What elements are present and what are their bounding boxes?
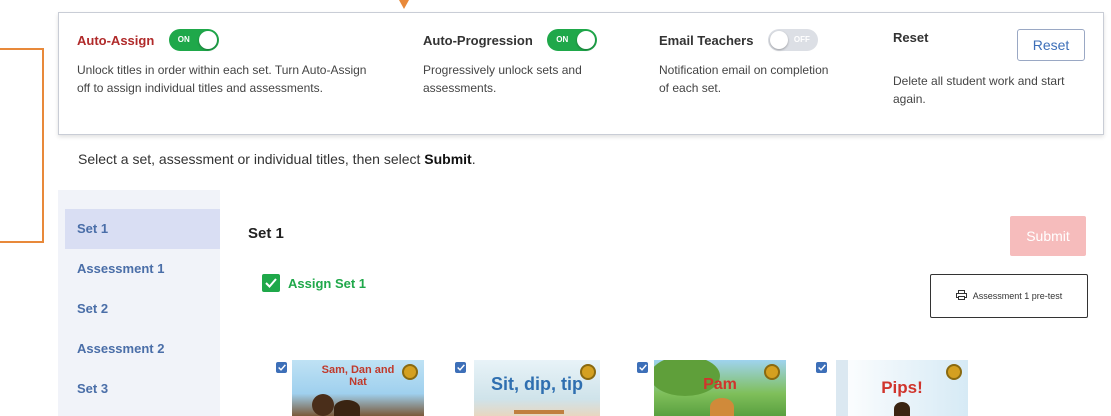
toggle-state-label: ON bbox=[556, 35, 569, 44]
printer-icon bbox=[955, 290, 967, 302]
instruction-before: Select a set, assessment or individual t… bbox=[78, 151, 425, 167]
dog-illustration bbox=[710, 398, 734, 416]
auto-assign-toggle[interactable]: ON bbox=[168, 29, 219, 51]
auto-assign-description: Unlock titles in order within each set. … bbox=[77, 63, 367, 95]
assign-set-label: Assign Set 1 bbox=[288, 275, 367, 291]
sidebar-item-set-1[interactable]: Set 1 bbox=[65, 209, 220, 249]
callout-box bbox=[0, 48, 44, 243]
email-teachers-description: Notification email on completion of each… bbox=[659, 63, 829, 95]
level-badge-icon bbox=[580, 364, 596, 380]
book-checkbox[interactable] bbox=[455, 362, 466, 373]
callout-arrow bbox=[399, 0, 409, 9]
book-cover[interactable]: Pips! bbox=[836, 360, 968, 416]
level-badge-icon bbox=[764, 364, 780, 380]
set-sidebar: Set 1 Assessment 1 Set 2 Assessment 2 Se… bbox=[58, 190, 220, 416]
settings-panel: Auto-Assign ON Unlock titles in order wi… bbox=[58, 12, 1104, 135]
instruction-bold: Submit bbox=[424, 151, 472, 167]
reset-description: Delete all student work and start again. bbox=[893, 74, 1065, 106]
auto-assign-setting: Auto-Assign ON Unlock titles in order wi… bbox=[77, 29, 377, 97]
toggle-state-label: ON bbox=[177, 35, 190, 44]
auto-progression-setting: Auto-Progression ON Progressively unlock… bbox=[423, 29, 623, 97]
instruction-text: Select a set, assessment or individual t… bbox=[78, 151, 476, 167]
email-teachers-title: Email Teachers bbox=[659, 32, 754, 48]
sidebar-item-assessment-1[interactable]: Assessment 1 bbox=[65, 249, 220, 289]
character-illustration bbox=[334, 400, 360, 416]
book-cover[interactable]: Sit, dip, tip bbox=[474, 360, 600, 416]
set-nav-list: Set 1 Assessment 1 Set 2 Assessment 2 Se… bbox=[58, 190, 220, 409]
book-checkbox[interactable] bbox=[276, 362, 287, 373]
submit-button[interactable]: Submit bbox=[1010, 216, 1086, 256]
email-teachers-setting: Email Teachers OFF Notification email on… bbox=[659, 29, 839, 97]
character-illustration bbox=[312, 394, 334, 416]
auto-progression-title: Auto-Progression bbox=[423, 32, 533, 48]
toggle-knob bbox=[769, 31, 788, 49]
sidebar-item-assessment-2[interactable]: Assessment 2 bbox=[65, 329, 220, 369]
book-title: Pam bbox=[703, 376, 737, 393]
instruction-after: . bbox=[471, 151, 476, 167]
check-icon bbox=[262, 274, 280, 292]
assessment-pretest-button[interactable]: Assessment 1 pre-test bbox=[930, 274, 1088, 318]
character-illustration bbox=[894, 402, 910, 416]
book-checkbox[interactable] bbox=[816, 362, 827, 373]
level-badge-icon bbox=[946, 364, 962, 380]
set-title: Set 1 bbox=[248, 225, 284, 242]
book-cover[interactable]: Sam, Dan and Nat bbox=[292, 360, 424, 416]
sidebar-item-set-2[interactable]: Set 2 bbox=[65, 289, 220, 329]
toggle-knob bbox=[198, 31, 217, 49]
level-badge-icon bbox=[402, 364, 418, 380]
auto-assign-title: Auto-Assign bbox=[77, 32, 155, 48]
sidebar-item-set-3[interactable]: Set 3 bbox=[65, 369, 220, 409]
email-teachers-toggle[interactable]: OFF bbox=[767, 29, 818, 51]
toggle-state-label: OFF bbox=[793, 35, 810, 44]
reset-button[interactable]: Reset bbox=[1017, 29, 1085, 61]
toggle-knob bbox=[577, 31, 596, 49]
reset-title: Reset bbox=[893, 30, 929, 46]
book-cover[interactable]: Pam bbox=[654, 360, 786, 416]
book-title: Pips! bbox=[881, 378, 923, 397]
pretest-label: Assessment 1 pre-test bbox=[972, 291, 1063, 301]
assign-set-checkbox[interactable]: Assign Set 1 bbox=[262, 274, 366, 292]
illustration-detail bbox=[514, 410, 564, 414]
auto-progression-toggle[interactable]: ON bbox=[547, 29, 598, 51]
book-title: Sam, Dan and Nat bbox=[321, 364, 395, 388]
book-checkbox[interactable] bbox=[637, 362, 648, 373]
auto-progression-description: Progressively unlock sets and assessment… bbox=[423, 63, 582, 95]
